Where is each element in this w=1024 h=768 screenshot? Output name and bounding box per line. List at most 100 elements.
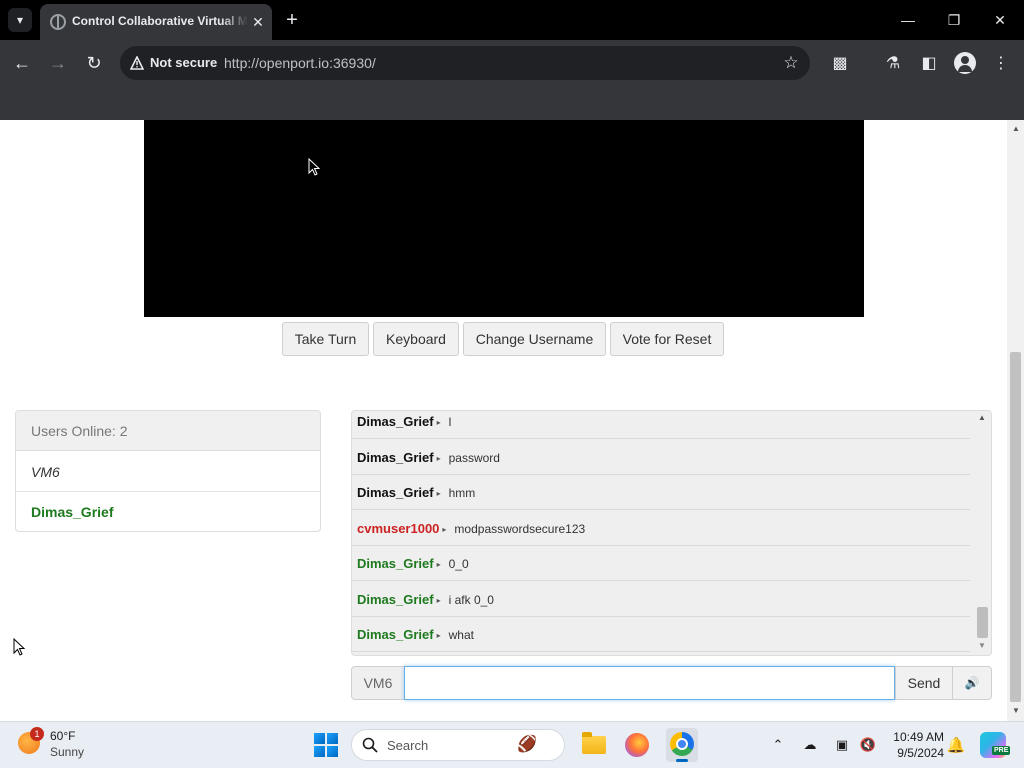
chrome-app[interactable] xyxy=(666,728,698,762)
browser-tab-bar: ▾ Control Collaborative Virtual Machines… xyxy=(0,0,1024,40)
bookmarks-bar xyxy=(0,86,1024,120)
copilot-preview-badge: PRE xyxy=(992,746,1011,755)
chat-username[interactable]: Dimas_Grief ▸ xyxy=(357,592,441,607)
message-arrow-icon: ▸ xyxy=(436,595,441,605)
firefox-icon xyxy=(625,733,649,757)
chat-username[interactable]: Dimas_Grief ▸ xyxy=(357,485,441,500)
chat-scrollbar[interactable]: ▲ ▼ xyxy=(975,411,991,655)
folder-icon xyxy=(582,732,606,754)
bookmark-star-icon[interactable]: ☆ xyxy=(780,52,802,74)
onedrive-cloud-icon[interactable]: ☁ xyxy=(800,735,820,755)
chat-scrollbar-thumb[interactable] xyxy=(977,607,988,638)
notification-bell-icon[interactable]: 🔔 xyxy=(946,735,966,755)
chat-username[interactable]: Dimas_Grief ▸ xyxy=(357,627,441,642)
windows-start-icon[interactable] xyxy=(314,733,338,757)
screen: ▾ Control Collaborative Virtual Machines… xyxy=(0,0,1024,768)
user-list-item[interactable]: Dimas_Grief xyxy=(16,492,320,531)
keyboard-button[interactable]: Keyboard xyxy=(373,322,459,356)
reload-icon[interactable]: ↻ xyxy=(81,50,107,76)
active-app-indicator xyxy=(676,759,688,762)
browser-tab[interactable]: Control Collaborative Virtual Machines ✕ xyxy=(40,4,272,40)
chat-input-group: VM6 Send 🔊 xyxy=(351,666,992,700)
search-icon xyxy=(362,737,378,753)
security-label[interactable]: Not secure xyxy=(150,55,217,70)
page-scrollbar-thumb[interactable] xyxy=(1010,352,1021,702)
send-button[interactable]: Send xyxy=(895,666,953,700)
weather-description[interactable]: Sunny xyxy=(50,745,84,759)
minimize-icon[interactable]: — xyxy=(888,6,928,34)
message-arrow-icon: ▸ xyxy=(436,418,441,427)
warning-triangle-icon[interactable] xyxy=(130,56,144,70)
mouse-cursor-icon xyxy=(308,158,320,176)
chat-message-text: password xyxy=(448,450,500,465)
chat-username-label: VM6 xyxy=(351,666,405,700)
chat-message-text: hmm xyxy=(448,486,476,500)
message-arrow-icon: ▸ xyxy=(436,560,441,569)
file-explorer-app[interactable] xyxy=(580,731,608,759)
globe-icon xyxy=(50,14,66,30)
scroll-down-arrow-icon[interactable]: ▼ xyxy=(978,641,986,650)
chat-input[interactable] xyxy=(404,666,895,700)
network-monitor-icon[interactable]: ▣ xyxy=(832,735,852,755)
weather-badge: 1 xyxy=(30,727,44,741)
tab-close-icon[interactable]: ✕ xyxy=(248,12,268,32)
vm-display[interactable] xyxy=(144,120,864,317)
labs-flask-icon[interactable]: ⚗ xyxy=(880,50,906,76)
vote-reset-button[interactable]: Vote for Reset xyxy=(610,322,724,356)
change-username-button[interactable]: Change Username xyxy=(463,322,606,356)
tab-search-chevron-icon[interactable]: ▾ xyxy=(8,8,32,32)
chat-message: Dimas_Grief ▸ 0_0 xyxy=(352,546,970,581)
chat-username[interactable]: Dimas_Grief ▸ xyxy=(357,556,441,571)
chat-message-text: modpasswordsecure123 xyxy=(454,521,586,536)
side-panel-icon[interactable]: ◧ xyxy=(916,50,942,76)
chat-username[interactable]: Dimas_Grief ▸ xyxy=(357,450,441,465)
take-turn-button[interactable]: Take Turn xyxy=(282,322,369,356)
sound-toggle-button[interactable]: 🔊 xyxy=(952,666,992,700)
chat-message: Dimas_Grief ▸ i afk 0_0 xyxy=(352,582,970,617)
taskbar-search[interactable]: Search 🏈 xyxy=(351,729,565,761)
chat-message: Dimas_Grief ▸ l xyxy=(352,411,970,439)
scroll-up-arrow-icon[interactable]: ▲ xyxy=(1012,124,1020,133)
windows-taskbar: 1 60°F Sunny Search 🏈 ⌃ ☁ ▣ 🔇 10:49 AM 9… xyxy=(0,721,1024,768)
weather-temperature[interactable]: 60°F xyxy=(50,729,75,743)
message-arrow-icon: ▸ xyxy=(442,524,447,534)
message-arrow-icon: ▸ xyxy=(436,453,441,463)
mouse-cursor-icon xyxy=(13,638,25,656)
clock-time[interactable]: 10:49 AM xyxy=(888,730,944,744)
chat-message-text: l xyxy=(448,415,452,429)
users-online-header: Users Online: 2 xyxy=(16,411,320,451)
chat-username[interactable]: cvmuser1000 ▸ xyxy=(357,521,446,536)
page-scrollbar[interactable]: ▲ ▼ xyxy=(1007,120,1024,721)
tray-chevron-up-icon[interactable]: ⌃ xyxy=(768,735,788,755)
clock-date[interactable]: 9/5/2024 xyxy=(888,746,944,760)
volume-muted-icon[interactable]: 🔇 xyxy=(858,735,878,755)
window-close-icon[interactable]: ✕ xyxy=(980,6,1020,34)
browser-toolbar: ← → ↻ Not secure http://openport.io:3693… xyxy=(0,40,1024,86)
more-menu-icon[interactable]: ⋮ xyxy=(988,50,1014,76)
search-highlight-football-icon: 🏈 xyxy=(517,736,537,753)
scroll-up-arrow-icon[interactable]: ▲ xyxy=(978,413,986,422)
page-viewport: Take Turn Keyboard Change Username Vote … xyxy=(0,120,1007,721)
extensions-puzzle-icon[interactable]: ▩ xyxy=(827,50,853,76)
chat-message-text: i afk 0_0 xyxy=(448,592,494,607)
url-text[interactable]: http://openport.io:36930/ xyxy=(224,55,376,71)
restore-icon[interactable]: ❐ xyxy=(934,6,974,34)
profile-avatar-icon[interactable] xyxy=(954,52,976,74)
users-online-panel: Users Online: 2 VM6 Dimas_Grief xyxy=(15,410,321,532)
message-arrow-icon: ▸ xyxy=(436,489,441,498)
chat-message: cvmuser1000 ▸ modpasswordsecure123 xyxy=(352,511,970,546)
chat-username[interactable]: Dimas_Grief ▸ xyxy=(357,414,441,429)
search-label: Search xyxy=(387,738,429,753)
back-arrow-icon[interactable]: ← xyxy=(9,50,35,76)
firefox-app[interactable] xyxy=(623,731,651,759)
scroll-down-arrow-icon[interactable]: ▼ xyxy=(1012,706,1020,715)
forward-arrow-icon[interactable]: → xyxy=(45,50,71,76)
chat-log: Dimas_Grief ▸ l Dimas_Grief ▸ password Dimas_G… xyxy=(351,410,992,656)
speaker-icon: 🔊 xyxy=(964,676,980,690)
tab-title: Control Collaborative Virtual Machines xyxy=(72,14,248,28)
user-list-item[interactable]: VM6 xyxy=(16,452,320,492)
address-bar[interactable]: Not secure http://openport.io:36930/ ☆ xyxy=(120,46,810,80)
new-tab-plus-icon[interactable]: + xyxy=(280,8,304,32)
chat-message: Dimas_Grief ▸ password xyxy=(352,440,970,475)
chat-message-text: 0_0 xyxy=(448,557,469,571)
